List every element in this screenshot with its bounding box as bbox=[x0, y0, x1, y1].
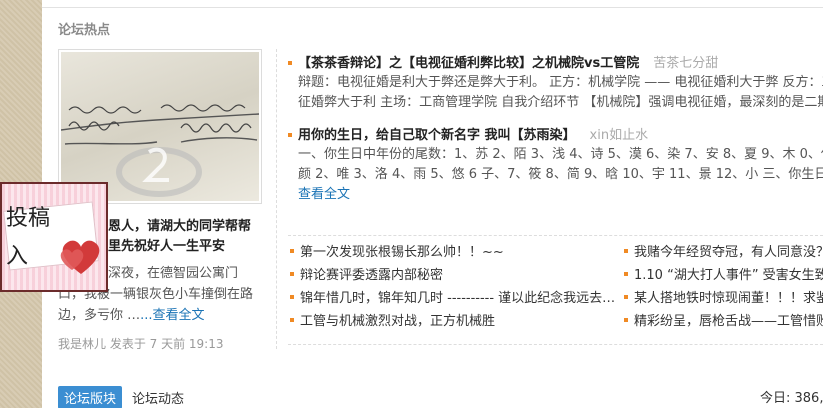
read-more-link[interactable]: ...查看全文 bbox=[140, 308, 204, 323]
list-item-text: 1.10 “湖大打人事件” 受害女生致 bbox=[634, 268, 823, 283]
list-item[interactable]: 我赌今年经贸夺冠，有人同意没？ bbox=[622, 241, 823, 264]
featured-image[interactable] bbox=[58, 49, 262, 204]
bullet-icon bbox=[288, 132, 292, 137]
bullet-icon bbox=[288, 60, 292, 65]
topic-list-left: 第一次发现张根锡长那么帅！！~~ 辩论赛评委透露内部秘密 锦年惜几时，锦年知几时… bbox=[288, 241, 618, 333]
list-item[interactable]: 辩论赛评委透露内部秘密 bbox=[288, 264, 618, 287]
hot-post-summary-line: 辩题：电视征婚是利大于弊还是弊大于利。 正方：机械学院 —— 电视征婚利大于弊 … bbox=[298, 75, 823, 90]
hot-post-summary-line: 征婚弊大于利 主场：工商管理学院 自我介绍环节 【机械院】强调电视征婚，最深刻的… bbox=[298, 95, 823, 110]
list-item[interactable]: 精彩纷呈，唇枪舌战——工管惜败 bbox=[622, 310, 823, 333]
hot-post-author[interactable]: 苦茶七分甜 bbox=[653, 56, 718, 71]
list-item[interactable]: 某人搭地铁时惊现闹董！！！求鉴 bbox=[622, 287, 823, 310]
topic-list-right: 我赌今年经贸夺冠，有人同意没？ 1.10 “湖大打人事件” 受害女生致 某人搭地… bbox=[622, 241, 823, 333]
list-item[interactable]: 第一次发现张根锡长那么帅！！~~ bbox=[288, 241, 618, 264]
ad-text-line-2: 入 bbox=[6, 244, 29, 269]
hot-post: 用你的生日，给自己取个新名字 我叫【苏雨染】 xin如止水 一、你生日中年份的尾数… bbox=[288, 125, 823, 205]
hot-post-head: 【茶茶香辩论】之【电视征婚利弊比较】之机械院vs工管院 苦茶七分甜 bbox=[288, 53, 823, 73]
list-item-text: 锦年惜几时，锦年知几时 ---------- 谨以此纪念我远去… bbox=[300, 291, 616, 306]
list-item-text: 辩论赛评委透露内部秘密 bbox=[300, 268, 444, 283]
tab-forum-boards[interactable]: 论坛版块 bbox=[58, 386, 123, 408]
bullet-icon bbox=[624, 249, 628, 253]
hot-post: 【茶茶香辩论】之【电视征婚利弊比较】之机械院vs工管院 苦茶七分甜 辩题：电视征婚… bbox=[288, 53, 823, 113]
forum-hot-panel: 论坛热点 恩人，请湖大的同学帮帮 里先祝好人一生平安 深夜，在德智园公寓门口，我… bbox=[42, 9, 823, 408]
list-item-text: 我赌今年经贸夺冠，有人同意没？ bbox=[634, 245, 823, 260]
tab-forum-activity[interactable]: 论坛动态 bbox=[132, 388, 184, 407]
forum-tabs: 论坛版块 论坛动态 bbox=[58, 386, 184, 408]
bullet-icon bbox=[624, 318, 628, 322]
featured-image-art bbox=[61, 52, 259, 201]
list-item-text: 工管与机械激烈对战，正方机械胜 bbox=[300, 314, 496, 329]
horizontal-divider bbox=[288, 235, 823, 236]
hot-post-title[interactable]: 用你的生日，给自己取个新名字 我叫【苏雨染】 bbox=[298, 128, 576, 143]
hot-post-author[interactable]: xin如止水 bbox=[590, 128, 649, 143]
top-divider bbox=[42, 0, 823, 8]
bullet-icon bbox=[290, 295, 294, 299]
bullet-icon bbox=[290, 249, 294, 253]
bullet-icon bbox=[290, 272, 294, 276]
bullet-icon bbox=[624, 295, 628, 299]
hot-posts: 【茶茶香辩论】之【电视征婚利弊比较】之机械院vs工管院 苦茶七分甜 辩题：电视征婚… bbox=[288, 53, 823, 217]
hot-post-summary-line: 颜 2、唯 3、洛 4、雨 5、悠 6 子、7、筱 8、简 9、晗 10、宇 1… bbox=[298, 167, 823, 182]
ad-text-line-1: 投稿 bbox=[6, 206, 51, 231]
list-item-text: 第一次发现张根锡长那么帅！！~~ bbox=[300, 245, 504, 260]
list-item[interactable]: 工管与机械激烈对战，正方机械胜 bbox=[288, 310, 618, 333]
bullet-icon bbox=[290, 318, 294, 322]
handwriting-illustration bbox=[61, 104, 259, 197]
hot-post-title[interactable]: 【茶茶香辩论】之【电视征婚利弊比较】之机械院vs工管院 bbox=[298, 56, 639, 71]
list-item[interactable]: 锦年惜几时，锦年知几时 ---------- 谨以此纪念我远去… bbox=[288, 287, 618, 310]
hot-post-summary-line: 一、你生日中年份的尾数：1、苏 2、陌 3、浅 4、诗 5、漠 6、染 7、安 … bbox=[298, 147, 823, 162]
horizontal-divider bbox=[288, 344, 823, 345]
list-item-text: 某人搭地铁时惊现闹董！！！求鉴 bbox=[634, 291, 823, 306]
hearts-icon bbox=[60, 240, 100, 274]
section-title: 论坛热点 bbox=[58, 23, 111, 38]
read-more-link[interactable]: 查看全文 bbox=[288, 185, 823, 205]
list-item[interactable]: 1.10 “湖大打人事件” 受害女生致 bbox=[622, 264, 823, 287]
today-count: 今日: 386, bbox=[760, 391, 823, 406]
hot-post-head: 用你的生日，给自己取个新名字 我叫【苏雨染】 xin如止水 bbox=[288, 125, 823, 145]
list-item-text: 精彩纷呈，唇枪舌战——工管惜败 bbox=[634, 314, 823, 329]
submit-post-floating-ad[interactable]: 投稿 入 bbox=[0, 182, 108, 292]
featured-post-meta: 我是林儿 发表于 7 天前 19:13 bbox=[58, 337, 224, 351]
vertical-divider bbox=[276, 49, 277, 349]
bullet-icon bbox=[624, 272, 628, 276]
